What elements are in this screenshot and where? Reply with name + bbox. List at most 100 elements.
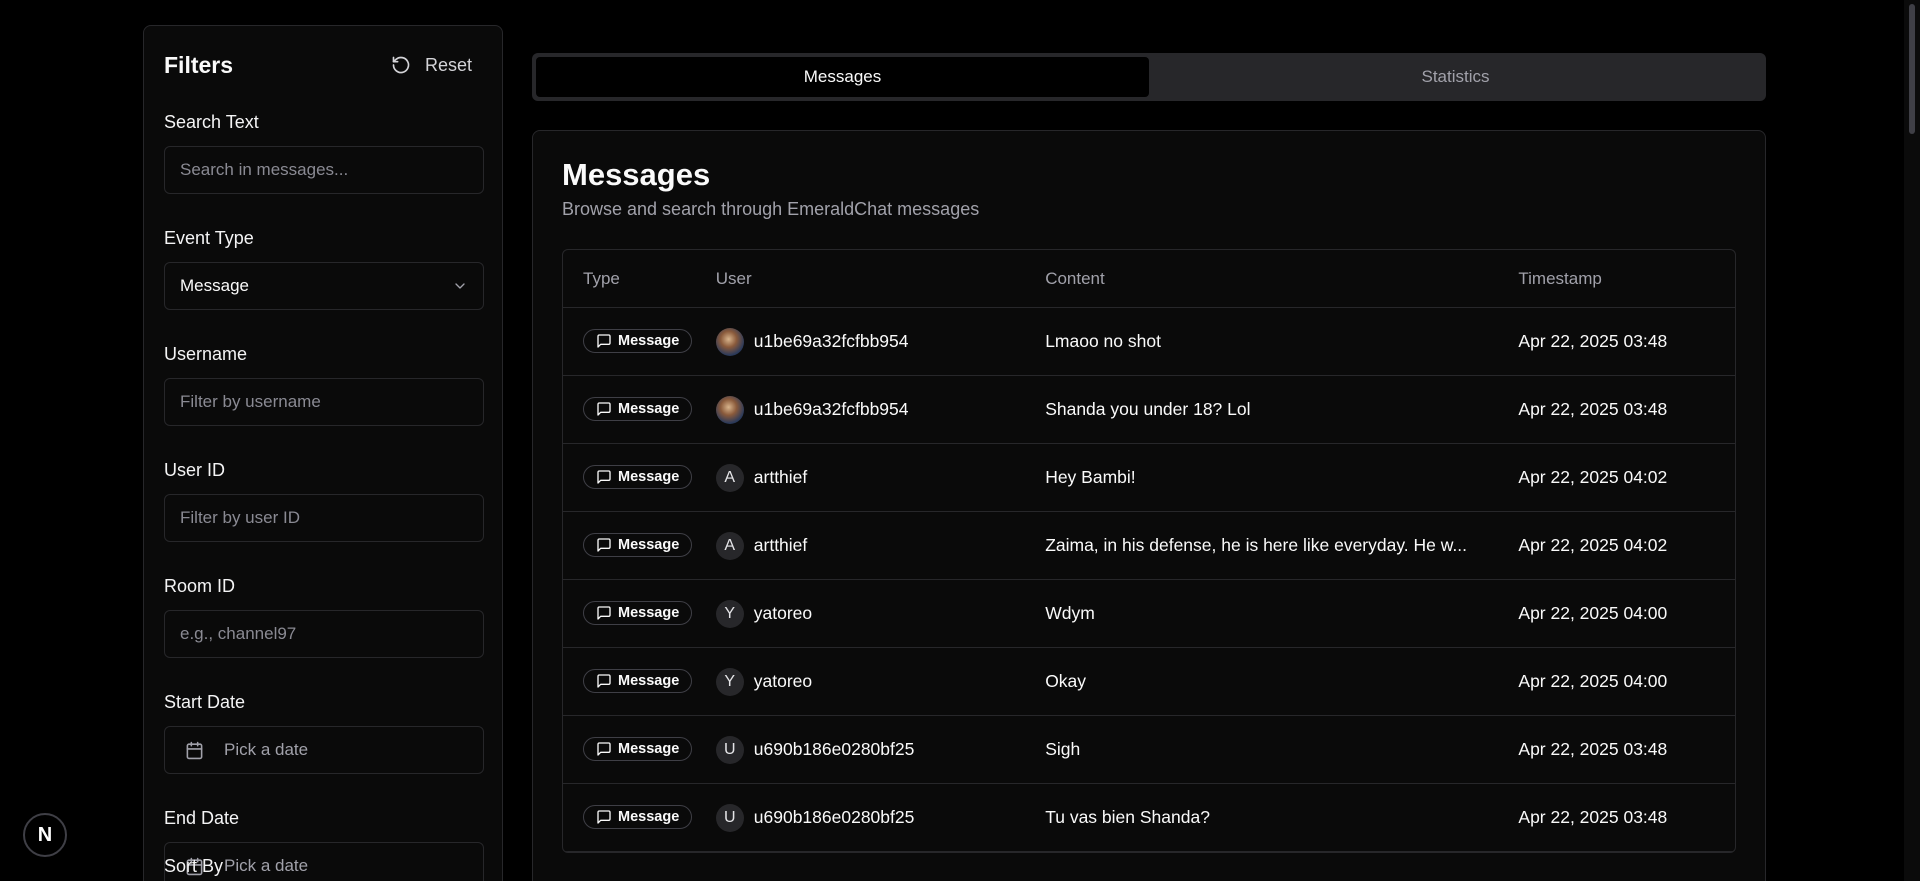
content-cell: Lmaoo no shot: [1045, 331, 1161, 351]
user-cell: u1be69a32fcfbb954: [715, 327, 1045, 356]
messages-table: Type User Content Timestamp Message u1be…: [562, 249, 1736, 853]
message-icon: [597, 742, 611, 756]
type-badge: Message: [583, 805, 693, 829]
search-input[interactable]: [164, 146, 484, 194]
timestamp-cell: Apr 22, 2025 03:48: [1518, 807, 1668, 827]
user-cell: u1be69a32fcfbb954: [715, 395, 1045, 424]
table-row[interactable]: Message U u690b186e0280bf25 Sigh Apr 22,…: [563, 716, 1735, 784]
username: yatoreo: [753, 671, 813, 691]
scrollbar-thumb[interactable]: [1909, 4, 1915, 134]
type-badge: Message: [583, 533, 693, 557]
table-row[interactable]: Message U u690b186e0280bf25 Tu vas bien …: [563, 784, 1735, 852]
message-icon: [597, 674, 611, 688]
start-date-field: Start Date Pick a date: [164, 692, 484, 774]
start-date-label: Start Date: [164, 692, 246, 712]
timestamp-cell: Apr 22, 2025 04:02: [1518, 535, 1668, 555]
timestamp-cell: Apr 22, 2025 04:00: [1518, 671, 1668, 691]
username: u1be69a32fcfbb954: [753, 331, 909, 351]
timestamp-cell: Apr 22, 2025 04:00: [1518, 603, 1668, 623]
content-cell: Tu vas bien Shanda?: [1045, 807, 1210, 827]
room-id-input[interactable]: [164, 610, 484, 658]
user-info: Y yatoreo: [715, 599, 1045, 628]
event-type-value: Message: [180, 276, 249, 295]
message-icon: [597, 334, 611, 348]
content-cell: Sigh: [1045, 739, 1081, 759]
room-id-field: Room ID: [164, 576, 484, 658]
username-field: Username: [164, 344, 484, 426]
username-input[interactable]: [164, 378, 484, 426]
user-id-input[interactable]: [164, 494, 484, 542]
reset-button[interactable]: Reset: [391, 55, 482, 76]
avatar: U: [715, 735, 744, 764]
filters-title: Filters: [164, 51, 234, 78]
table-row[interactable]: Message Y yatoreo Wdym Apr 22, 2025 04:0…: [563, 580, 1735, 648]
type-cell: Message: [563, 397, 716, 422]
search-field: Search Text: [164, 112, 484, 194]
start-date-picker[interactable]: Pick a date: [164, 726, 484, 774]
type-badge-label: Message: [618, 605, 680, 621]
type-cell: Message: [563, 669, 716, 694]
table-row[interactable]: Message Y yatoreo Okay Apr 22, 2025 04:0…: [563, 648, 1735, 716]
type-badge-label: Message: [618, 333, 680, 349]
type-badge: Message: [583, 397, 693, 421]
chevron-down-icon: [455, 283, 465, 289]
calendar-icon: [186, 741, 203, 759]
username: artthief: [753, 535, 808, 555]
user-info: A artthief: [715, 531, 1045, 560]
type-cell: Message: [563, 737, 716, 762]
content-cell: Wdym: [1045, 603, 1095, 623]
type-badge-label: Message: [618, 673, 680, 689]
page-scrollbar[interactable]: [1904, 0, 1920, 881]
room-id-label: Room ID: [164, 576, 236, 596]
table-row[interactable]: Message u1be69a32fcfbb954 Lmaoo no shot …: [563, 308, 1735, 376]
user-cell: A artthief: [715, 531, 1045, 560]
avatar: A: [715, 463, 744, 492]
username: u690b186e0280bf25: [753, 739, 915, 759]
start-date-placeholder: Pick a date: [224, 740, 309, 759]
next-dev-badge[interactable]: N: [23, 813, 67, 857]
type-badge-label: Message: [618, 537, 680, 553]
message-icon: [597, 470, 611, 484]
type-badge: Message: [583, 329, 693, 353]
avatar: [715, 327, 744, 356]
tab-messages[interactable]: Messages: [536, 57, 1149, 97]
end-date-label: End Date: [164, 808, 240, 828]
app-root: Filters Reset Search Text Event Type Mes…: [0, 0, 1920, 881]
type-badge: Message: [583, 601, 693, 625]
reset-label: Reset: [424, 54, 472, 75]
timestamp-cell: Apr 22, 2025 03:48: [1518, 331, 1668, 351]
avatar: Y: [715, 667, 744, 696]
table-row[interactable]: Message A artthief Zaima, in his defense…: [563, 512, 1735, 580]
event-type-select[interactable]: Message: [164, 262, 484, 310]
page-title: Messages: [562, 157, 711, 192]
filters-header: Filters Reset: [164, 52, 482, 78]
type-badge-label: Message: [618, 741, 680, 757]
column-header-user: User: [715, 268, 752, 288]
message-icon: [597, 810, 611, 824]
message-icon: [597, 402, 611, 416]
user-cell: Y yatoreo: [715, 599, 1045, 628]
user-info: u1be69a32fcfbb954: [715, 395, 1045, 424]
user-cell: U u690b186e0280bf25: [715, 803, 1045, 832]
event-type-label: Event Type: [164, 228, 254, 248]
type-cell: Message: [563, 465, 716, 490]
user-cell: A artthief: [715, 463, 1045, 492]
page-subtitle: Browse and search through EmeraldChat me…: [562, 199, 980, 219]
user-id-field: User ID: [164, 460, 484, 542]
message-icon: [597, 606, 611, 620]
table-body: Message u1be69a32fcfbb954 Lmaoo no shot …: [563, 308, 1735, 852]
timestamp-cell: Apr 22, 2025 04:02: [1518, 467, 1668, 487]
table-header: Type User Content Timestamp: [563, 250, 1735, 308]
tab-statistics[interactable]: Statistics: [1149, 57, 1762, 97]
content-cell: Zaima, in his defense, he is here like e…: [1045, 535, 1468, 555]
messages-card: Messages Browse and search through Emera…: [532, 130, 1766, 881]
content-cell: Hey Bambi!: [1045, 467, 1136, 487]
type-cell: Message: [563, 601, 716, 626]
table-row[interactable]: Message A artthief Hey Bambi! Apr 22, 20…: [563, 444, 1735, 512]
user-info: U u690b186e0280bf25: [715, 803, 1045, 832]
table-row[interactable]: Message u1be69a32fcfbb954 Shanda you und…: [563, 376, 1735, 444]
view-tabs: Messages Statistics: [532, 53, 1766, 101]
user-info: Y yatoreo: [715, 667, 1045, 696]
column-header-content: Content: [1045, 268, 1105, 288]
end-date-placeholder: Pick a date: [224, 856, 309, 875]
